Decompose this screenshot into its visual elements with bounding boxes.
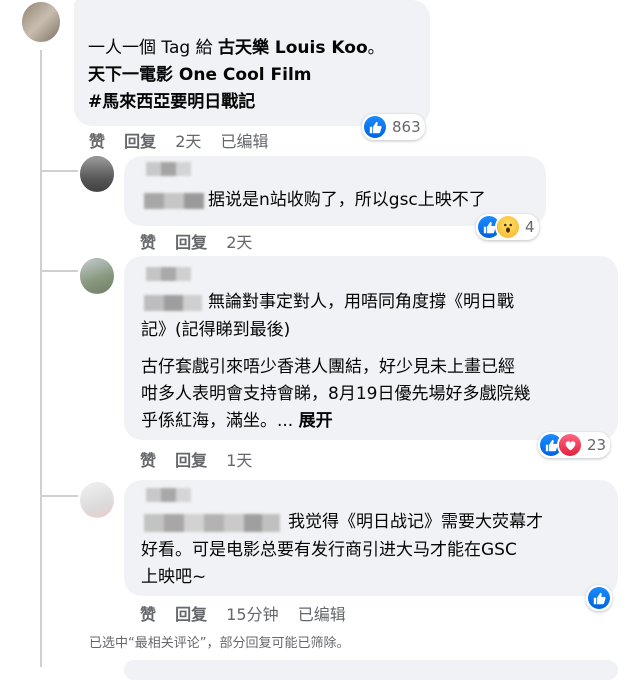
like-button[interactable]: 赞 — [89, 128, 105, 152]
reaction-summary[interactable]: 23 — [538, 432, 611, 458]
timestamp[interactable]: 2天 — [175, 128, 201, 152]
like-button[interactable]: 赞 — [140, 601, 156, 625]
next-comment-bubble — [124, 660, 618, 680]
wow-reaction-icon — [497, 216, 519, 238]
reply-button[interactable]: 回复 — [175, 601, 207, 625]
avatar[interactable] — [22, 2, 60, 42]
reaction-count: 23 — [587, 436, 607, 454]
filter-notice: 已选中“最相关评论”，部分回复可能已筛除。 — [89, 636, 350, 651]
comment-text: 据说是n站收购了，所以gsc上映不了 — [208, 190, 486, 210]
comment-text-line: 無論對事定對人，用唔同角度撐《明日戰 — [208, 292, 514, 312]
timestamp[interactable]: 1天 — [226, 447, 252, 471]
reply-button[interactable]: 回复 — [124, 128, 156, 152]
comment-text-line: 乎係紅海，滿坐。... 展开 — [141, 411, 333, 431]
reaction-summary[interactable] — [586, 585, 612, 611]
like-reaction-icon — [588, 587, 610, 609]
like-reaction-icon — [364, 116, 386, 138]
edited-label[interactable]: 已编辑 — [298, 601, 346, 625]
comment-text-line: 古仔套戲引來唔少香港人團結，好少見未上畫已經 — [141, 357, 515, 377]
comment-text-line: 一人一個 Tag 給 古天樂 Louis Koo。 — [88, 38, 385, 58]
comment-text-line: 我觉得《明日战记》需要大荧幕才 — [288, 512, 543, 532]
blurred-mention[interactable] — [144, 192, 204, 210]
comment-text-line: 好看。可是电影总要有发行商引进大马才能在GSC — [141, 540, 517, 560]
thread-line-main — [40, 50, 42, 667]
love-reaction-icon — [559, 434, 581, 456]
thread-line-branch-1 — [40, 170, 78, 172]
reaction-summary[interactable]: 4 — [476, 214, 539, 240]
blurred-username[interactable] — [146, 266, 192, 282]
blurred-username[interactable] — [146, 486, 192, 504]
avatar[interactable] — [80, 482, 114, 518]
like-button[interactable]: 赞 — [140, 229, 156, 253]
reaction-summary[interactable]: 863 — [362, 114, 425, 140]
reply-button[interactable]: 回复 — [175, 447, 207, 471]
comment-text-line: 記》(記得睇到最後) — [141, 320, 291, 340]
comment-actions: 赞 回复 15分钟 已编辑 — [140, 601, 346, 625]
thread-line-branch-2 — [40, 270, 78, 272]
blurred-mention[interactable] — [144, 512, 280, 534]
reaction-count: 863 — [392, 118, 421, 136]
blurred-username[interactable] — [146, 160, 192, 178]
tagged-page-link[interactable]: 天下一電影 One Cool Film — [88, 63, 311, 88]
edited-label[interactable]: 已编辑 — [221, 128, 269, 152]
see-more-link[interactable]: 展开 — [299, 411, 333, 431]
avatar[interactable] — [80, 156, 114, 192]
comment-text-line: 上映吧~ — [141, 567, 207, 587]
like-button[interactable]: 赞 — [140, 447, 156, 471]
timestamp[interactable]: 2天 — [226, 229, 252, 253]
comment-actions: 赞 回复 2天 已编辑 — [89, 128, 269, 152]
comment-text-line: 咁多人表明會支持會睇，8月19日優先場好多戲院幾 — [141, 384, 531, 404]
thread-line-branch-3 — [40, 495, 78, 497]
reaction-count: 4 — [525, 218, 535, 236]
timestamp[interactable]: 15分钟 — [226, 601, 278, 625]
hashtag-link[interactable]: #馬來西亞要明日戰記 — [88, 90, 255, 115]
comment-actions: 赞 回复 1天 — [140, 447, 252, 471]
tagged-name-link[interactable]: 古天樂 Louis Koo — [218, 38, 368, 58]
blurred-mention[interactable] — [144, 293, 202, 313]
reply-button[interactable]: 回复 — [175, 229, 207, 253]
comment-actions: 赞 回复 2天 — [140, 229, 252, 253]
avatar[interactable] — [80, 258, 114, 294]
